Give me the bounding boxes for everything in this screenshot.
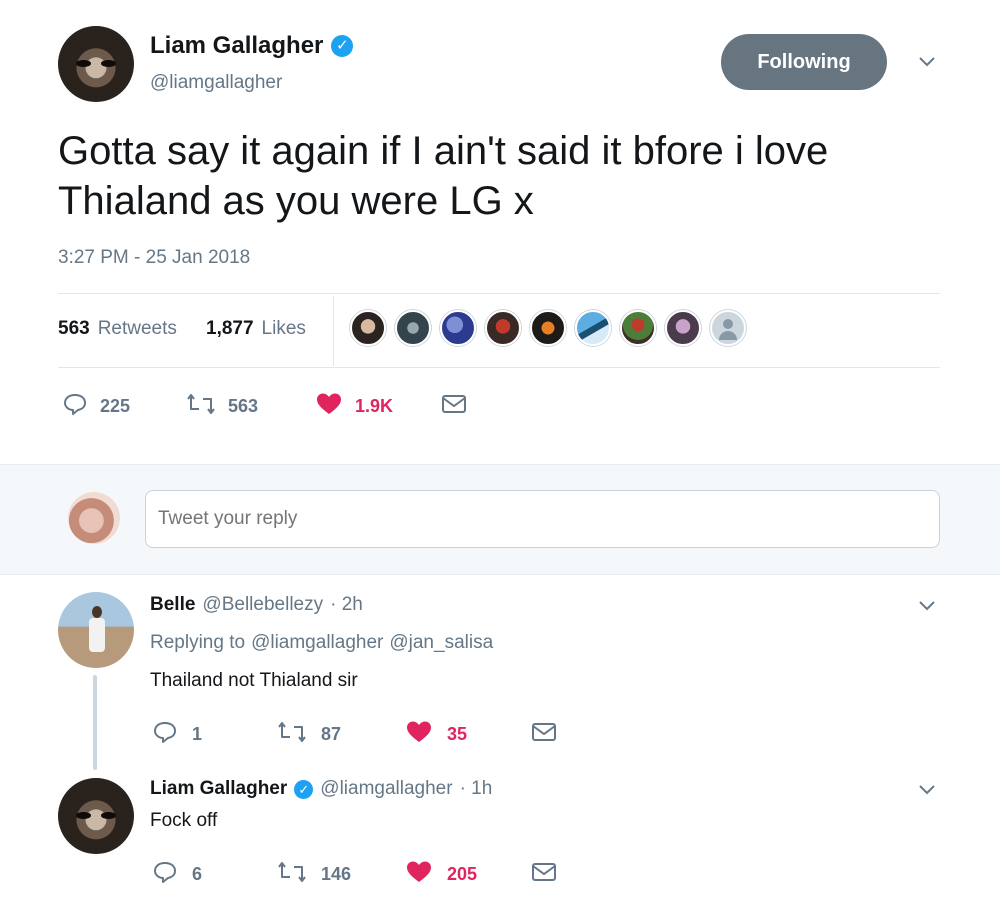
liker-avatar[interactable] (440, 310, 476, 346)
reply-action[interactable]: 1 (152, 720, 202, 749)
retweet-count: 563 (228, 396, 259, 416)
replying-to-link[interactable]: @jan_salisa (389, 632, 493, 654)
reply-icon (62, 392, 88, 421)
liker-avatar[interactable] (575, 310, 611, 346)
verified-badge-icon: ✓ (331, 35, 354, 57)
replying-to-link[interactable]: @liamgallagher (251, 632, 383, 654)
like-count: 1.9K (355, 396, 394, 416)
chevron-down-icon[interactable] (918, 784, 936, 796)
retweet-icon (277, 860, 307, 889)
stats-divider (333, 296, 334, 366)
retweet-count: 146 (321, 864, 352, 884)
like-count: 205 (447, 864, 478, 884)
author-name[interactable]: Liam Gallagher (150, 32, 323, 60)
divider (58, 367, 940, 368)
retweet-action[interactable]: 87 (277, 720, 341, 749)
reply-avatar[interactable] (58, 592, 134, 668)
liker-avatars (350, 310, 746, 346)
direct-message-action[interactable] (531, 862, 557, 887)
envelope-icon (531, 862, 557, 887)
reply-time[interactable]: · 1h (460, 778, 493, 800)
direct-message-action[interactable] (441, 394, 467, 419)
reply-icon (152, 720, 178, 749)
reply-icon (152, 860, 178, 889)
replying-to: Replying to @liamgallagher @jan_salisa (150, 632, 493, 654)
retweets-stat[interactable]: 563 Retweets (58, 318, 177, 340)
retweet-count: 87 (321, 724, 342, 744)
liker-avatar[interactable] (530, 310, 566, 346)
retweet-action[interactable]: 146 (277, 860, 351, 889)
liker-avatar[interactable] (665, 310, 701, 346)
verified-badge-icon: ✓ (294, 779, 314, 799)
reply-count: 225 (100, 396, 131, 416)
reply-count: 1 (192, 724, 203, 744)
envelope-icon (531, 722, 557, 747)
heart-icon (405, 860, 433, 889)
like-action[interactable]: 1.9K (315, 392, 393, 421)
reply-author-name[interactable]: Belle (150, 594, 195, 616)
reply-input[interactable] (145, 490, 940, 548)
reply-action[interactable]: 225 (62, 392, 130, 421)
liker-avatar[interactable] (485, 310, 521, 346)
following-button[interactable]: Following (721, 34, 887, 90)
like-count: 35 (447, 724, 468, 744)
reply-author-handle[interactable]: @Bellebellezy (202, 594, 323, 616)
author-name-row: Liam Gallagher ✓ (150, 32, 354, 60)
likes-stat[interactable]: 1,877 Likes (206, 318, 306, 340)
likes-count: 1,877 (206, 318, 254, 339)
current-user-avatar[interactable] (68, 492, 120, 544)
heart-icon (315, 392, 343, 421)
liker-avatar[interactable] (620, 310, 656, 346)
replying-to-label: Replying to (150, 632, 246, 653)
author-avatar[interactable] (58, 26, 134, 102)
likes-label: Likes (261, 318, 306, 339)
tweet-text-line-2: Thialand as you were LG x (58, 179, 534, 223)
liker-avatar[interactable] (395, 310, 431, 346)
reply-action[interactable]: 6 (152, 860, 202, 889)
tweet-text-line-1: Gotta say it again if I ain't said it bf… (58, 129, 829, 173)
reply-avatar[interactable] (58, 778, 134, 854)
chevron-down-icon[interactable] (918, 56, 936, 68)
retweets-label: Retweets (97, 318, 177, 339)
retweet-icon (277, 720, 307, 749)
liker-avatar[interactable] (350, 310, 386, 346)
heart-icon (405, 720, 433, 749)
reply-count: 6 (192, 864, 203, 884)
retweets-count: 563 (58, 318, 90, 339)
reply-header: Liam Gallagher ✓ @liamgallagher · 1h (150, 778, 492, 800)
default-avatar-icon[interactable] (710, 310, 746, 346)
tweet-timestamp[interactable]: 3:27 PM - 25 Jan 2018 (58, 247, 250, 269)
divider (58, 293, 940, 294)
reply-text: Fock off (150, 810, 218, 831)
reply-text: Thailand not Thialand sir (150, 670, 358, 691)
reply-author-name[interactable]: Liam Gallagher (150, 778, 287, 800)
retweet-action[interactable]: 563 (186, 392, 258, 421)
author-handle[interactable]: @liamgallagher (150, 72, 282, 94)
chevron-down-icon[interactable] (918, 600, 936, 612)
reply-header: Belle @Bellebellezy · 2h (150, 594, 363, 616)
like-action[interactable]: 35 (405, 720, 467, 749)
direct-message-action[interactable] (531, 722, 557, 747)
reply-author-handle[interactable]: @liamgallagher (320, 778, 452, 800)
reply-time[interactable]: · 2h (330, 594, 363, 616)
tweet-text: Gotta say it again if I ain't said it bf… (58, 126, 958, 226)
retweet-icon (186, 392, 216, 421)
thread-connector (93, 675, 97, 770)
envelope-icon (441, 394, 467, 419)
reply-composer (0, 464, 1000, 575)
like-action[interactable]: 205 (405, 860, 477, 889)
